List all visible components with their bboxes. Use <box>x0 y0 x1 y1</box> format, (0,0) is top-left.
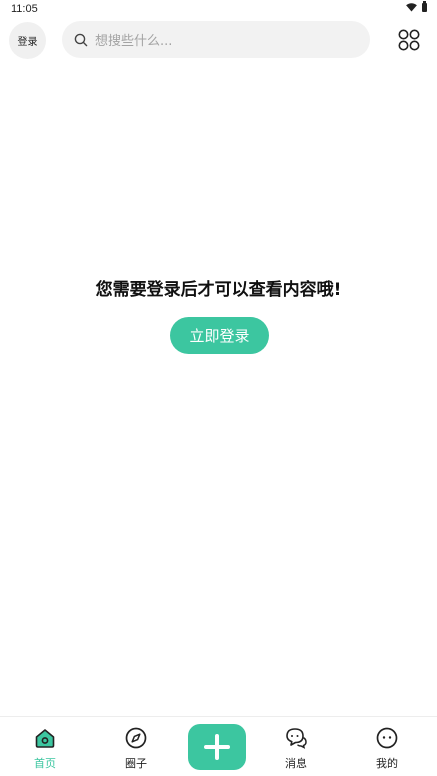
battery-icon <box>422 1 427 12</box>
tab-circle[interactable]: 圈子 <box>106 717 166 776</box>
login-chip-label: 登录 <box>17 37 38 48</box>
top-header: 登录 想搜些什么... <box>0 20 437 60</box>
wifi-icon <box>406 3 417 12</box>
home-icon <box>35 729 55 748</box>
profile-face-icon <box>376 727 398 749</box>
tab-circle-label: 圈子 <box>125 757 147 770</box>
tab-home[interactable]: 首页 <box>15 717 75 776</box>
status-time: 11:05 <box>11 3 38 15</box>
apps-grid-icon[interactable] <box>396 27 422 53</box>
tab-home-label: 首页 <box>34 757 56 770</box>
status-bar: 11:05 <box>0 0 437 18</box>
tab-messages-label: 消息 <box>285 757 307 770</box>
bottom-tab-bar: 首页 圈子 消息 我的 <box>0 716 437 776</box>
publish-button[interactable] <box>188 724 246 770</box>
search-input[interactable]: 想搜些什么... <box>62 21 370 58</box>
plus-icon <box>204 734 230 760</box>
tab-messages[interactable]: 消息 <box>266 717 326 776</box>
search-icon <box>74 33 88 46</box>
chat-bubbles-icon <box>286 728 307 749</box>
login-now-button[interactable]: 立即登录 <box>170 317 269 354</box>
tab-mine[interactable]: 我的 <box>357 717 417 776</box>
status-icons <box>406 1 427 12</box>
login-required-message: 您需要登录后才可以查看内容哦! <box>95 280 342 300</box>
login-chip-button[interactable]: 登录 <box>9 22 46 59</box>
tab-mine-label: 我的 <box>376 757 398 770</box>
compass-icon <box>125 727 147 749</box>
search-placeholder: 想搜些什么... <box>95 34 173 49</box>
